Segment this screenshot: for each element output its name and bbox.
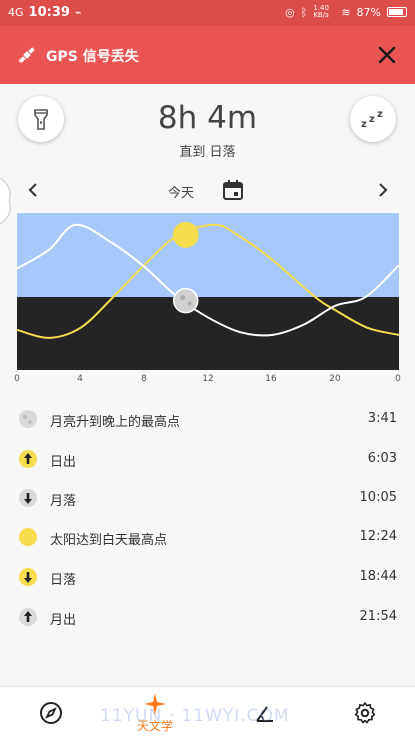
nav-compass[interactable] — [36, 687, 66, 737]
sun-marker — [172, 221, 199, 248]
event-row[interactable]: 月亮升到晚上的最高点 3:41 — [0, 400, 415, 438]
moon-crater — [180, 295, 186, 301]
countdown-label: 直到 日落 — [179, 145, 236, 160]
event-name: 月亮升到晚上的最高点 — [50, 415, 181, 430]
event-time: 21:54 — [359, 609, 397, 624]
event-time: 12:24 — [359, 529, 397, 544]
bottom-navigation: 天文学 — [0, 686, 415, 737]
close-icon[interactable] — [373, 41, 401, 69]
battery-icon — [387, 7, 407, 17]
x-tick-label: 16 — [265, 374, 277, 384]
event-row[interactable]: 月出 21:54 — [0, 598, 415, 636]
countdown-value: 8h 4m — [157, 100, 258, 136]
event-time: 10:05 — [359, 490, 397, 505]
x-tick-label: 4 — [77, 374, 83, 384]
gps-message: GPS 信号丢失 — [46, 49, 139, 65]
battery-percent: 87% — [356, 5, 381, 19]
event-name: 太阳达到白天最高点 — [50, 533, 168, 548]
calendar-icon[interactable] — [222, 179, 244, 201]
event-time: 18:44 — [359, 569, 397, 584]
data-speed: 1.40 KB/s — [313, 4, 329, 19]
x-tick-label: 0 — [395, 374, 401, 384]
battery-fill — [389, 9, 403, 15]
nav-angle[interactable] — [250, 687, 280, 737]
usb-icon: ⌁ — [74, 6, 82, 19]
status-bar: 4G 10:39 ⌁ ◎ ᛒ 1.40 KB/s ≋ 87% — [0, 0, 415, 26]
event-name: 日落 — [50, 573, 77, 588]
nav-astronomy[interactable]: 天文学 — [130, 687, 180, 737]
x-tick-label: 0 — [14, 374, 20, 384]
event-row[interactable]: 月落 10:05 — [0, 479, 415, 517]
moonset-arrow-icon — [19, 489, 37, 507]
sunset-arrow-icon — [19, 568, 37, 586]
moon-phase-icon — [19, 410, 37, 428]
angle-icon — [256, 705, 273, 722]
network-indicator: 4G — [8, 6, 24, 19]
event-time: 6:03 — [367, 451, 397, 466]
chevron-right-icon[interactable] — [374, 180, 392, 200]
event-row[interactable]: 日落 18:44 — [0, 558, 415, 596]
status-time: 10:39 — [28, 5, 70, 20]
x-tick-label: 8 — [141, 374, 147, 384]
sun-moon-chart — [16, 213, 400, 370]
gear-icon — [354, 701, 376, 723]
gps-lost-banner: GPS 信号丢失 — [0, 26, 415, 84]
date-label[interactable]: 今天 — [168, 182, 194, 201]
sun-icon — [19, 528, 37, 546]
bluetooth-icon: ᛒ — [300, 5, 308, 19]
chevron-left-icon[interactable] — [24, 180, 42, 200]
event-name: 日出 — [50, 455, 77, 470]
x-tick-label: 20 — [329, 374, 341, 384]
event-row[interactable]: 太阳达到白天最高点 12:24 — [0, 518, 415, 556]
satellite-icon — [18, 47, 35, 63]
event-time: 3:41 — [367, 411, 397, 426]
wifi-icon: ≋ — [341, 5, 351, 19]
sunrise-arrow-icon — [19, 450, 37, 468]
moon-marker — [172, 287, 199, 314]
nav-settings[interactable] — [350, 687, 380, 737]
nav-astronomy-label: 天文学 — [136, 718, 173, 733]
x-tick-label: 12 — [202, 374, 214, 384]
date-navigation: 今天 — [0, 176, 415, 204]
moonrise-arrow-icon — [19, 608, 37, 626]
chart-svg — [16, 213, 400, 370]
moon-crater — [187, 301, 192, 306]
event-name: 月落 — [50, 494, 77, 509]
x-axis-ticks: 0 4 8 12 16 20 0 — [0, 374, 415, 388]
event-row[interactable]: 日出 6:03 — [0, 440, 415, 478]
night-ground — [17, 297, 399, 370]
compass-icon — [40, 701, 62, 724]
location-icon: ◎ — [285, 5, 295, 19]
astronomy-star-icon — [144, 692, 166, 715]
event-name: 月出 — [50, 613, 77, 628]
